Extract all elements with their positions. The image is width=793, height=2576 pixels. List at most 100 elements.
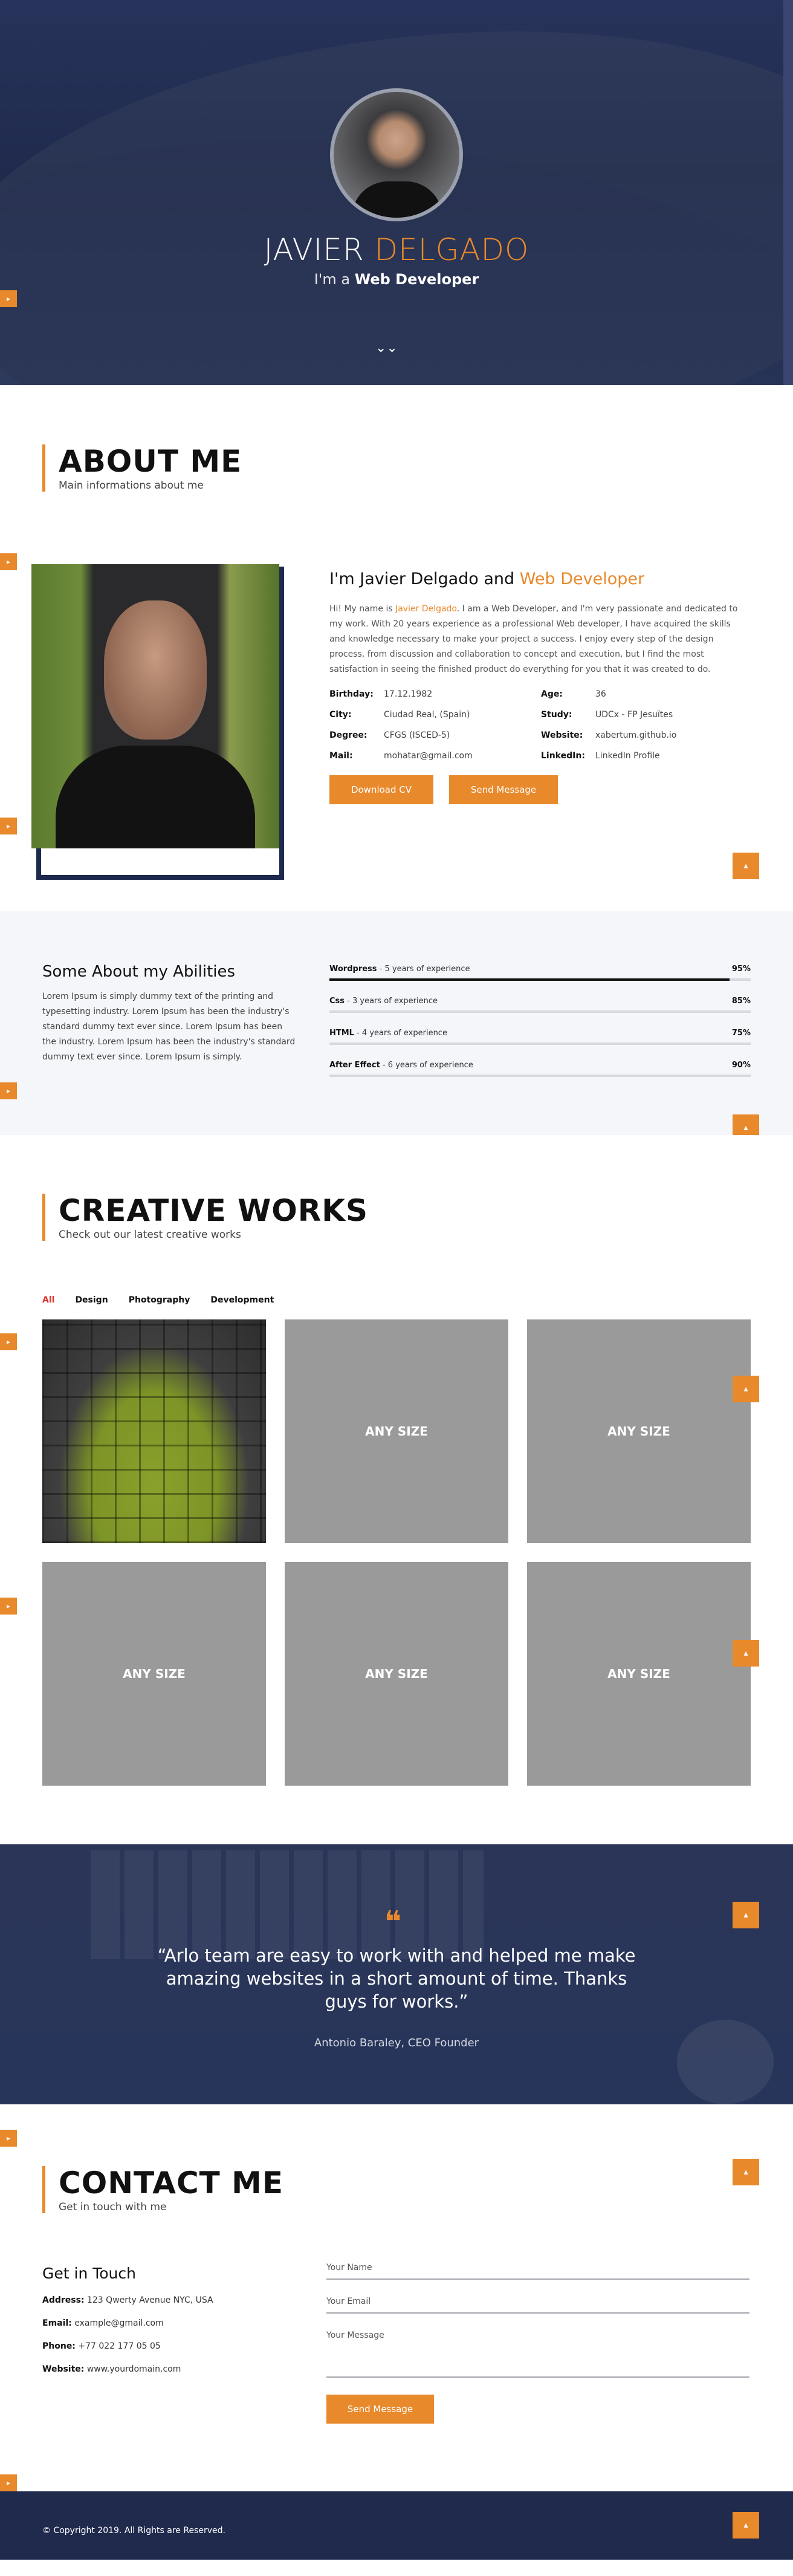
- download-cv-button[interactable]: Download CV: [329, 775, 433, 804]
- about-title: ABOUT ME: [59, 444, 242, 479]
- work-tile[interactable]: ANY SIZE: [527, 1319, 751, 1543]
- abilities-title: Some About my Abilities: [42, 963, 236, 981]
- skill-name: Wordpress - 5 years of experience: [329, 964, 470, 974]
- skill-bar: [329, 1075, 751, 1077]
- hero-subtitle-prefix: I'm a: [314, 271, 355, 288]
- side-tab-chevron-right-icon[interactable]: ▸: [0, 553, 17, 570]
- works-filters: All Design Photography Development: [42, 1295, 294, 1305]
- info-key: Degree:: [329, 730, 367, 740]
- contact-phone: Phone: +77 022 177 05 05: [42, 2341, 161, 2351]
- filter-all[interactable]: All: [42, 1295, 54, 1305]
- work-tile[interactable]: ANY SIZE: [285, 1562, 508, 1786]
- works-title: CREATIVE WORKS: [59, 1193, 369, 1228]
- contact-title: CONTACT ME: [59, 2165, 284, 2200]
- work-tile-android[interactable]: [42, 1319, 266, 1543]
- chevron-up-icon[interactable]: ▴: [733, 1640, 759, 1667]
- abilities-intro: Some About my Abilities Lorem Ipsum is s…: [42, 963, 296, 1065]
- hero-first-name: JAVIER: [264, 232, 375, 267]
- skill-percent: 95%: [731, 964, 751, 974]
- skill-bar-fill: [329, 1075, 708, 1077]
- abilities-text: Lorem Ipsum is simply dummy text of the …: [42, 992, 296, 1062]
- info-value: Ciudad Real, (Spain): [384, 710, 470, 720]
- work-tile[interactable]: ANY SIZE: [285, 1319, 508, 1543]
- mail-link[interactable]: mohatar@gmail.com: [384, 751, 541, 761]
- chevron-up-icon[interactable]: ▴: [733, 1902, 759, 1928]
- mouse-background: [677, 2020, 774, 2104]
- work-tile[interactable]: ANY SIZE: [527, 1562, 751, 1786]
- works-subtitle: Check out our latest creative works: [59, 1229, 241, 1241]
- hero-content: JAVIER DELGADO I'm a Web Developer: [0, 88, 793, 288]
- send-message-button[interactable]: Send Message: [449, 775, 558, 804]
- skill-item: Css - 3 years of experience 85%: [329, 997, 751, 1013]
- info-value: 17.12.1982: [384, 689, 433, 699]
- skill-bar: [329, 978, 751, 981]
- name-field[interactable]: Your Name: [326, 2263, 749, 2280]
- about-heading-text: I'm Javier Delgado and Web Developer: [329, 570, 746, 588]
- message-field[interactable]: Your Message: [326, 2330, 749, 2378]
- side-tab-chevron-right-icon[interactable]: ▸: [0, 1333, 17, 1350]
- info-key: LinkedIn:: [541, 751, 585, 761]
- linkedin-link[interactable]: LinkedIn Profile: [595, 751, 746, 761]
- skill-bar-fill: [329, 1042, 646, 1045]
- works-heading: CREATIVE WORKS Check out our latest crea…: [42, 1194, 368, 1241]
- abilities-section: Some About my Abilities Lorem Ipsum is s…: [0, 911, 793, 1141]
- skill-item: Wordpress - 5 years of experience 95%: [329, 964, 751, 981]
- info-key: Birthday:: [329, 689, 374, 699]
- side-tab-chevron-right-icon[interactable]: ▸: [0, 818, 17, 834]
- about-intro-name: Javier Delgado: [395, 604, 457, 614]
- chevron-up-icon[interactable]: ▴: [733, 2512, 759, 2539]
- info-value: UDCx - FP Jesuïtes: [595, 710, 673, 720]
- filter-design[interactable]: Design: [75, 1295, 108, 1305]
- skill-bar: [329, 1010, 751, 1013]
- about-buttons: Download CV Send Message: [329, 775, 746, 804]
- about-section: ABOUT ME Main informations about me ▸ ▸ …: [0, 385, 793, 911]
- side-tab-chevron-right-icon[interactable]: ▸: [0, 290, 17, 307]
- contact-website: Website: www.yourdomain.com: [42, 2364, 181, 2374]
- skill-percent: 75%: [731, 1029, 751, 1038]
- chevron-double-down-icon[interactable]: ⌄⌄: [375, 340, 398, 356]
- skill-item: HTML - 4 years of experience 75%: [329, 1029, 751, 1045]
- contact-heading: CONTACT ME Get in touch with me: [42, 2166, 283, 2213]
- skill-bar-fill: [329, 1010, 687, 1013]
- about-intro: Hi! My name is Javier Delgado. I am a We…: [329, 602, 746, 677]
- side-tab-chevron-right-icon[interactable]: ▸: [0, 2130, 17, 2147]
- skill-percent: 85%: [731, 997, 751, 1006]
- keyboard-background: [91, 1850, 484, 1959]
- about-heading-accent: Web Developer: [519, 570, 645, 588]
- skill-name: After Effect - 6 years of experience: [329, 1061, 473, 1070]
- chevron-up-icon[interactable]: ▴: [733, 853, 759, 879]
- side-tab-chevron-right-icon[interactable]: ▸: [0, 2474, 17, 2491]
- info-value: CFGS (ISCED-5): [384, 730, 450, 740]
- hero-last-name: DELGADO: [374, 232, 529, 267]
- work-tile[interactable]: ANY SIZE: [42, 1562, 266, 1786]
- website-link[interactable]: xabertum.github.io: [595, 730, 746, 740]
- filter-development[interactable]: Development: [210, 1295, 274, 1305]
- skill-bar: [329, 1042, 751, 1045]
- hero-subtitle: I'm a Web Developer: [0, 271, 793, 288]
- contact-email: Email: example@gmail.com: [42, 2318, 164, 2328]
- side-tab-chevron-right-icon[interactable]: ▸: [0, 1082, 17, 1099]
- about-details: I'm Javier Delgado and Web Developer Hi!…: [329, 570, 746, 804]
- hero-name: JAVIER DELGADO: [0, 232, 793, 267]
- about-intro-rest: . I am a Web Developer, and I'm very pas…: [329, 604, 738, 674]
- chevron-up-icon[interactable]: ▴: [733, 1376, 759, 1402]
- skill-name: HTML - 4 years of experience: [329, 1029, 447, 1038]
- send-message-submit-button[interactable]: Send Message: [326, 2395, 434, 2424]
- about-heading: ABOUT ME Main informations about me: [42, 444, 242, 492]
- contact-info: Get in Touch Address: 123 Qwerty Avenue …: [42, 2265, 213, 2374]
- footer-copyright: © Copyright 2019. All Rights are Reserve…: [42, 2526, 225, 2535]
- info-key: City:: [329, 710, 352, 720]
- contact-info-title: Get in Touch: [42, 2265, 136, 2282]
- info-key: Study:: [541, 710, 572, 720]
- chevron-up-icon[interactable]: ▴: [733, 2159, 759, 2185]
- skill-name: Css - 3 years of experience: [329, 997, 438, 1006]
- side-tab-chevron-right-icon[interactable]: ▸: [0, 1598, 17, 1615]
- info-key: Age:: [541, 689, 563, 699]
- hero-avatar: [330, 88, 463, 221]
- filter-photography[interactable]: Photography: [129, 1295, 190, 1305]
- contact-address: Address: 123 Qwerty Avenue NYC, USA: [42, 2295, 213, 2305]
- email-field[interactable]: Your Email: [326, 2297, 749, 2314]
- testimonial-section: ❝ “Arlo team are easy to work with and h…: [0, 1844, 793, 2104]
- info-value: 36: [595, 689, 606, 699]
- info-key: Mail:: [329, 751, 353, 761]
